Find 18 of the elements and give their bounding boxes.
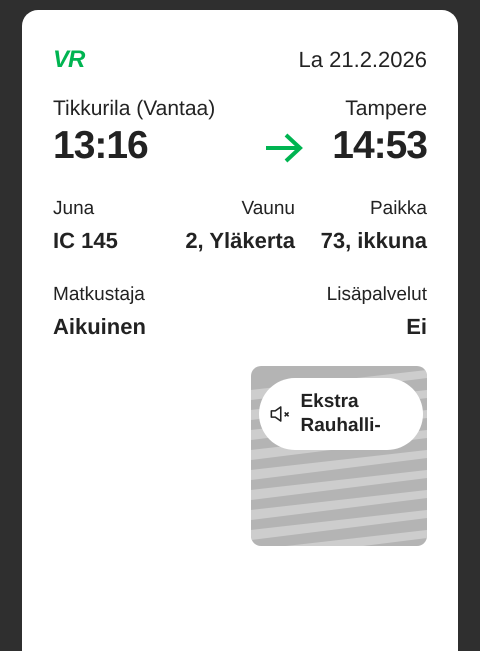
arrival-time: 14:53: [332, 123, 427, 169]
detail-label: Matkustaja: [53, 283, 145, 307]
departure-time: 13:16: [53, 123, 149, 169]
detail-value: 2, Yläkerta: [185, 227, 295, 255]
detail-label: Paikka: [370, 197, 427, 221]
arrow-right-icon: [264, 132, 304, 164]
detail-value: 73, ikkuna: [320, 227, 427, 255]
detail-label: Lisäpalvelut: [326, 283, 427, 307]
detail-label: Vaunu: [241, 197, 295, 221]
arrival-station: Tampere: [345, 96, 427, 122]
detail-label: Juna: [53, 197, 94, 221]
detail-value: IC 145: [53, 227, 118, 255]
travel-date: La 21.2.2026: [298, 47, 427, 73]
detail-value: Ei: [406, 313, 427, 341]
service-name: Ekstra Rauhalli-: [300, 390, 382, 438]
logo: VR: [53, 46, 84, 74]
departure-station: Tikkurila (Vantaa): [53, 96, 216, 122]
detail-value: Aikuinen: [53, 313, 146, 341]
